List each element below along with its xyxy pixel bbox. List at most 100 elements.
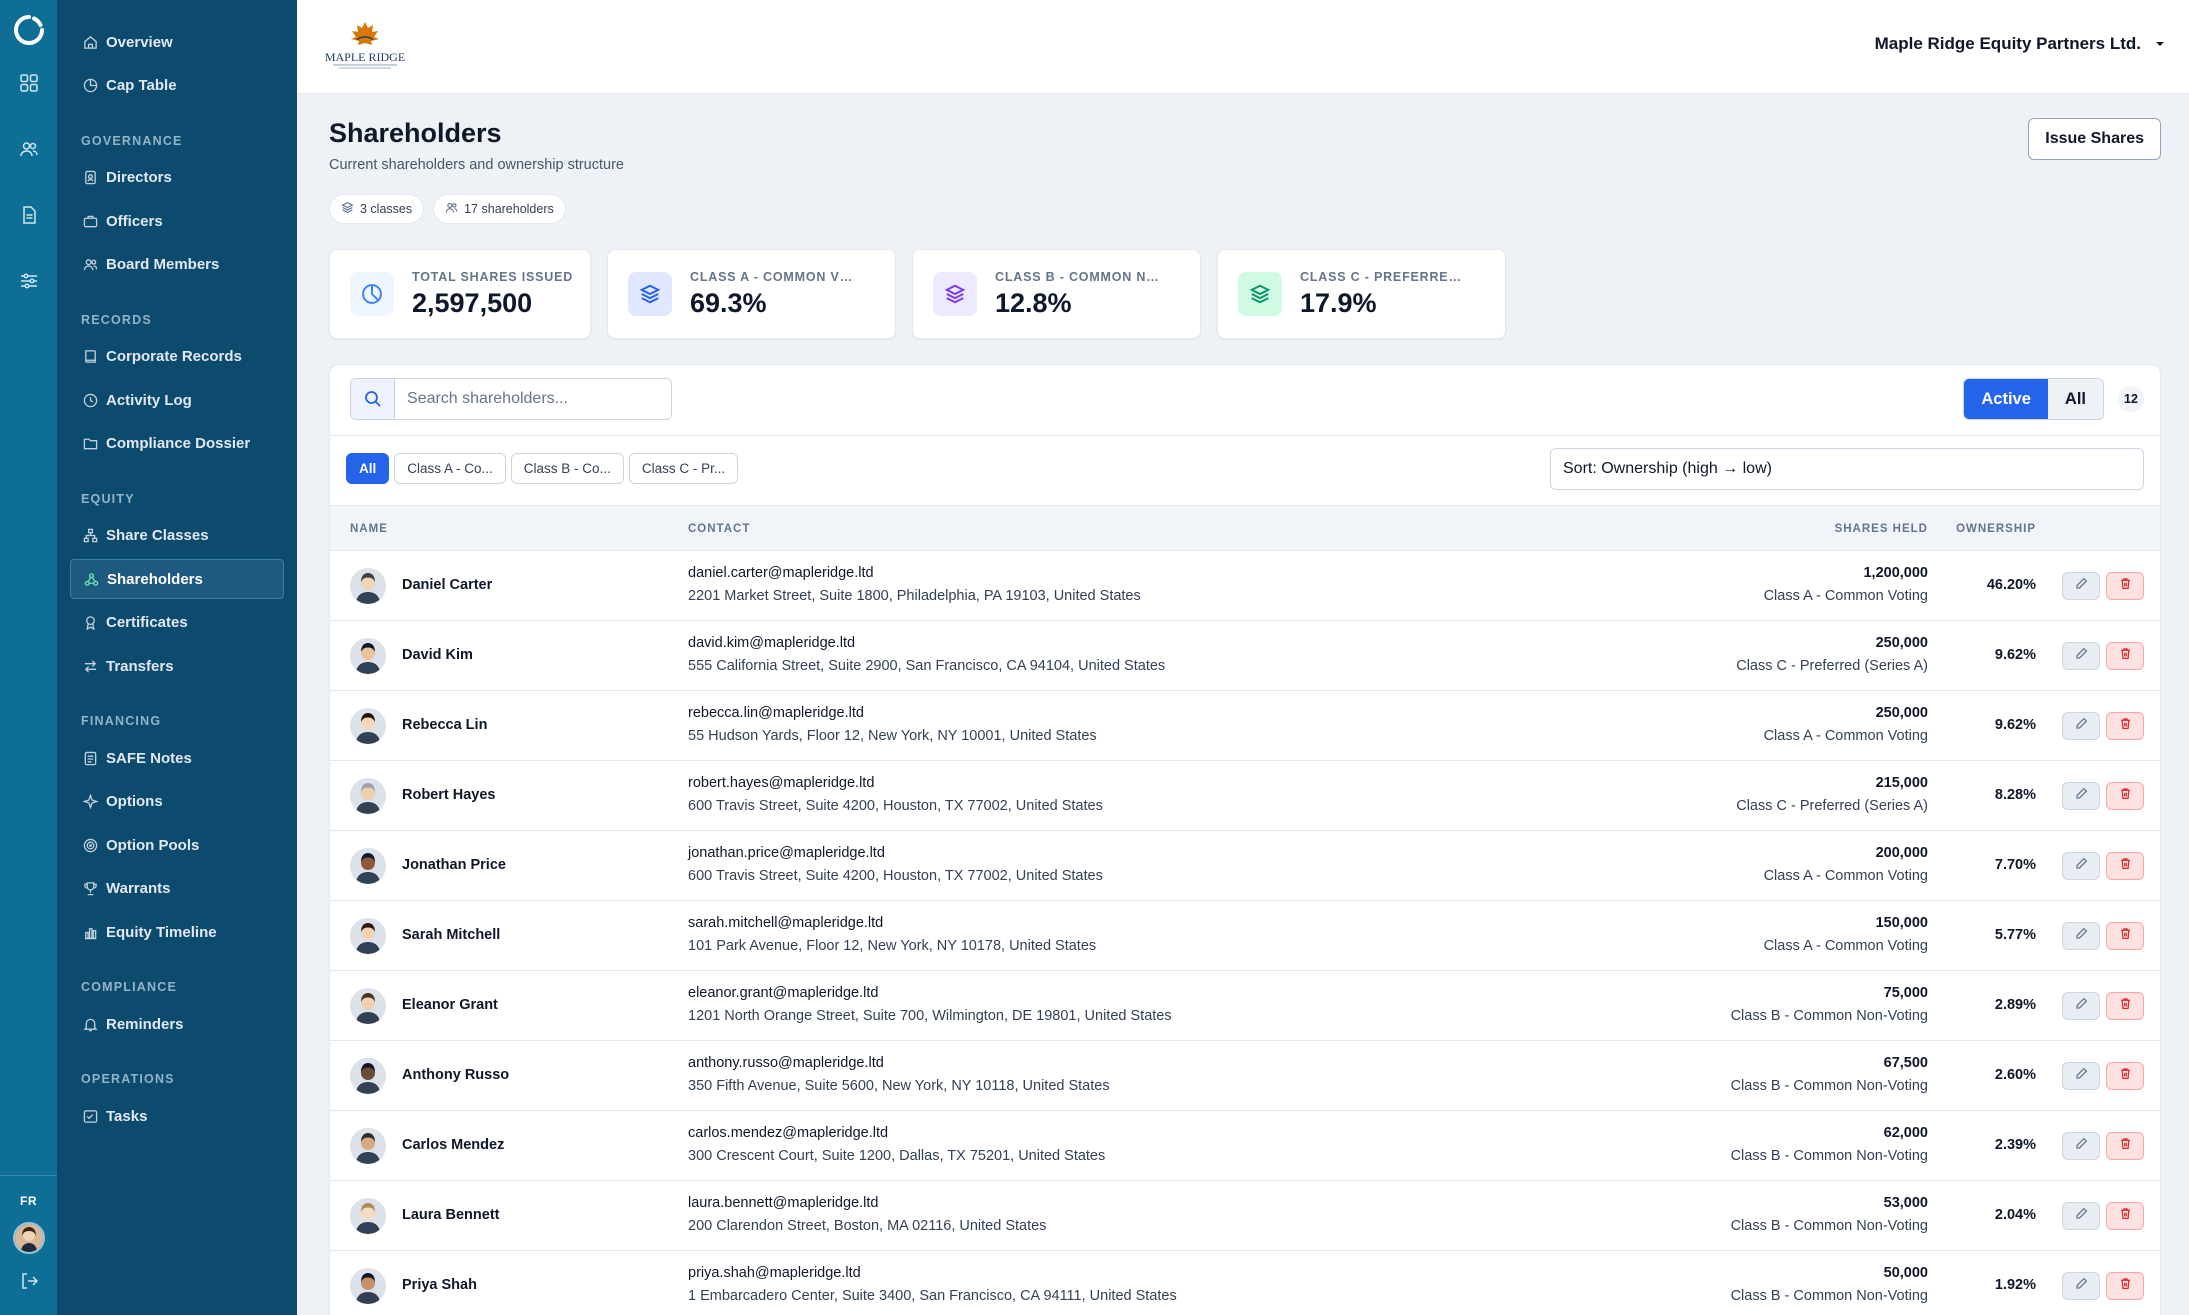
- sidebar-item-cap-table[interactable]: Cap Table: [70, 66, 284, 106]
- shareholder-email[interactable]: anthony.russo@mapleridge.ltd: [688, 1055, 884, 1071]
- table-row[interactable]: Rebecca Lin rebecca.lin@mapleridge.ltd 5…: [330, 691, 2160, 761]
- delete-button[interactable]: [2106, 1202, 2144, 1230]
- stat-value: 17.9%: [1300, 287, 1377, 318]
- edit-button[interactable]: [2062, 1272, 2100, 1300]
- delete-button[interactable]: [2106, 1132, 2144, 1160]
- toggle-active[interactable]: Active: [1964, 379, 2048, 419]
- stat-value: 69.3%: [690, 287, 767, 318]
- col-contact[interactable]: CONTACT: [688, 523, 750, 535]
- edit-button[interactable]: [2062, 1202, 2100, 1230]
- shareholder-email[interactable]: carlos.mendez@mapleridge.ltd: [688, 1125, 888, 1141]
- edit-button[interactable]: [2062, 992, 2100, 1020]
- sidebar-item-equity-timeline[interactable]: Equity Timeline: [70, 912, 284, 952]
- shareholder-email[interactable]: sarah.mitchell@mapleridge.ltd: [688, 915, 883, 931]
- user-avatar[interactable]: [12, 1222, 45, 1254]
- table-row[interactable]: Eleanor Grant eleanor.grant@mapleridge.l…: [330, 971, 2160, 1041]
- sidebar-item-overview[interactable]: Overview: [70, 22, 284, 62]
- delete-button[interactable]: [2106, 572, 2144, 600]
- delete-button[interactable]: [2106, 992, 2144, 1020]
- table-row[interactable]: Carlos Mendez carlos.mendez@mapleridge.l…: [330, 1111, 2160, 1181]
- delete-button[interactable]: [2106, 712, 2144, 740]
- sidebar-item-reminders[interactable]: Reminders: [70, 1004, 284, 1044]
- col-ownership[interactable]: OWNERSHIP: [1956, 523, 2036, 535]
- id-badge-icon: [82, 170, 98, 186]
- table-row[interactable]: David Kim david.kim@mapleridge.ltd 555 C…: [330, 621, 2160, 691]
- sidebar-item-warrants[interactable]: Warrants: [70, 869, 284, 909]
- shareholder-email[interactable]: rebecca.lin@mapleridge.ltd: [688, 705, 864, 721]
- col-name[interactable]: NAME: [350, 523, 388, 535]
- edit-button[interactable]: [2062, 1062, 2100, 1090]
- table-row[interactable]: Daniel Carter daniel.carter@mapleridge.l…: [330, 551, 2160, 621]
- delete-button[interactable]: [2106, 642, 2144, 670]
- language-switch[interactable]: FR: [20, 1194, 37, 1208]
- sidebar-item-activity-log[interactable]: Activity Log: [70, 380, 284, 420]
- toggle-all[interactable]: All: [2047, 379, 2103, 419]
- sidebar-item-options[interactable]: Options: [70, 782, 284, 822]
- main-content: Shareholders Current shareholders and ow…: [297, 94, 2189, 1315]
- sidebar-item-share-classes[interactable]: Share Classes: [70, 516, 284, 556]
- shareholder-email[interactable]: jonathan.price@mapleridge.ltd: [688, 845, 885, 861]
- users-icon[interactable]: [18, 138, 40, 160]
- sidebar-item-officers[interactable]: Officers: [70, 201, 284, 241]
- edit-button[interactable]: [2062, 572, 2100, 600]
- edit-button[interactable]: [2062, 852, 2100, 880]
- sidebar-item-label: Transfers: [106, 657, 174, 675]
- filter-class-c[interactable]: Class C - Pr...: [628, 453, 739, 484]
- sidebar-item-directors[interactable]: Directors: [70, 158, 284, 198]
- trash-icon: [2119, 857, 2132, 875]
- company-logo[interactable]: MAPLE RIDGE: [319, 18, 411, 76]
- logout-icon[interactable]: [20, 1272, 38, 1295]
- layers-icon: [1238, 272, 1282, 316]
- table-row[interactable]: Sarah Mitchell sarah.mitchell@mapleridge…: [330, 901, 2160, 971]
- issue-shares-button[interactable]: Issue Shares: [2028, 118, 2161, 160]
- sidebar-item-transfers[interactable]: Transfers: [70, 646, 284, 686]
- delete-button[interactable]: [2106, 1272, 2144, 1300]
- sidebar-item-board-members[interactable]: Board Members: [70, 245, 284, 285]
- table-row[interactable]: Laura Bennett laura.bennett@mapleridge.l…: [330, 1181, 2160, 1251]
- search-input[interactable]: [395, 379, 665, 419]
- shareholder-email[interactable]: laura.bennett@mapleridge.ltd: [688, 1195, 878, 1211]
- shares-held: 50,000: [1883, 1265, 1928, 1281]
- delete-button[interactable]: [2106, 922, 2144, 950]
- delete-button[interactable]: [2106, 852, 2144, 880]
- sidebar-item-corporate-records[interactable]: Corporate Records: [70, 337, 284, 377]
- delete-button[interactable]: [2106, 782, 2144, 810]
- sidebar-item-option-pools[interactable]: Option Pools: [70, 825, 284, 865]
- search-icon[interactable]: [351, 379, 395, 419]
- table-row[interactable]: Jonathan Price jonathan.price@mapleridge…: [330, 831, 2160, 901]
- shareholder-email[interactable]: daniel.carter@mapleridge.ltd: [688, 565, 874, 581]
- pencil-icon: [2075, 787, 2088, 805]
- filter-all[interactable]: All: [346, 453, 390, 484]
- dashboard-grid-icon[interactable]: [18, 72, 40, 94]
- sidebar-item-shareholders[interactable]: Shareholders: [70, 559, 284, 599]
- shareholder-email[interactable]: priya.shah@mapleridge.ltd: [688, 1265, 861, 1281]
- table-row[interactable]: Robert Hayes robert.hayes@mapleridge.ltd…: [330, 761, 2160, 831]
- sidebar-item-certificates[interactable]: Certificates: [70, 603, 284, 643]
- edit-button[interactable]: [2062, 1132, 2100, 1160]
- shareholder-name: Eleanor Grant: [402, 997, 498, 1013]
- shareholder-email[interactable]: david.kim@mapleridge.ltd: [688, 635, 855, 651]
- sort-select[interactable]: Sort: Ownership (high → low): [1550, 448, 2144, 490]
- sliders-icon[interactable]: [18, 270, 40, 292]
- table-row[interactable]: Anthony Russo anthony.russo@mapleridge.l…: [330, 1041, 2160, 1111]
- edit-button[interactable]: [2062, 922, 2100, 950]
- app-logo-icon[interactable]: [13, 14, 45, 46]
- share-class: Class B - Common Non-Voting: [1730, 1288, 1928, 1304]
- edit-button[interactable]: [2062, 782, 2100, 810]
- delete-button[interactable]: [2106, 1062, 2144, 1090]
- class-filters: All Class A - Co... Class B - Co... Clas…: [346, 453, 739, 484]
- edit-button[interactable]: [2062, 712, 2100, 740]
- shareholder-avatar: [350, 1268, 386, 1304]
- document-icon[interactable]: [18, 204, 40, 226]
- shareholder-email[interactable]: robert.hayes@mapleridge.ltd: [688, 775, 874, 791]
- sidebar-item-tasks[interactable]: Tasks: [70, 1096, 284, 1136]
- filter-class-a[interactable]: Class A - Co...: [394, 453, 506, 484]
- table-row[interactable]: Priya Shah priya.shah@mapleridge.ltd 1 E…: [330, 1251, 2160, 1315]
- edit-button[interactable]: [2062, 642, 2100, 670]
- filter-class-b[interactable]: Class B - Co...: [510, 453, 624, 484]
- shareholder-email[interactable]: eleanor.grant@mapleridge.ltd: [688, 985, 878, 1001]
- col-shares-held[interactable]: SHARES HELD: [1835, 523, 1928, 535]
- company-switcher[interactable]: Maple Ridge Equity Partners Ltd.: [1875, 34, 2165, 54]
- sidebar-item-safe-notes[interactable]: SAFE Notes: [70, 738, 284, 778]
- sidebar-item-compliance-dossier[interactable]: Compliance Dossier: [70, 424, 284, 464]
